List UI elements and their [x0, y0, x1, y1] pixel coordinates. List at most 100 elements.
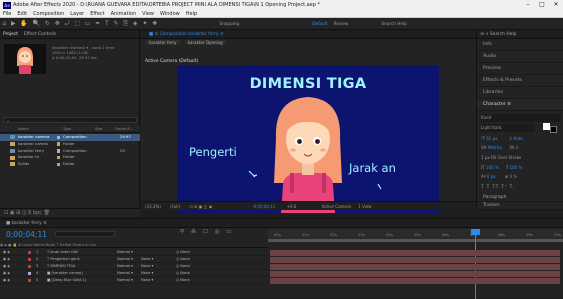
layer-duration-bar[interactable]	[270, 277, 560, 284]
right-panel-header[interactable]: ≫ ⌕ Search Help	[477, 30, 563, 39]
panel-libraries[interactable]: Libraries	[477, 87, 563, 99]
subtab-karakter-opening[interactable]: karakter Opening	[184, 40, 226, 45]
panel-preview[interactable]: Preview	[477, 63, 563, 75]
label-color-swatch[interactable]	[57, 135, 60, 139]
layer-mode-dropdown[interactable]: Normal ▾	[117, 270, 133, 277]
label-color-swatch[interactable]	[57, 162, 60, 167]
project-item[interactable]: karakter cameo Folder	[0, 141, 140, 148]
roto-brush-icon[interactable]: ✦	[142, 18, 147, 30]
col-size[interactable]: Size	[95, 126, 102, 133]
layer-parent-dropdown[interactable]: ◎ None	[176, 263, 190, 270]
pan-behind-icon[interactable]: ✥	[55, 18, 60, 30]
region-toggles-icon[interactable]: ⊡ ⊞ ▣ ◱ ◉	[189, 204, 212, 209]
label-color-swatch[interactable]	[57, 149, 60, 153]
layer-label-color[interactable]	[28, 278, 31, 283]
project-item[interactable]: karakter camera Composition 29.97	[0, 134, 140, 141]
layer-name[interactable]: ■ [karakter cameo]	[47, 270, 83, 277]
tsume-value[interactable]: 0 %	[510, 174, 518, 179]
menu-help[interactable]: Help	[186, 10, 197, 17]
layer-parent-dropdown[interactable]: ◎ None	[176, 270, 190, 277]
font-style-dropdown[interactable]: Light Italic	[481, 124, 535, 132]
search-help-input[interactable]: Search Help	[381, 21, 406, 26]
menu-animation[interactable]: Animation	[111, 10, 137, 17]
zoom-tool-icon[interactable]: 🔍	[33, 18, 40, 30]
tab-effect-controls[interactable]: Effect Controls	[24, 32, 56, 37]
layer-row[interactable]: ◉ ◈ 1 T Jarak antar titik Normal ▾ ◎ None	[0, 249, 268, 256]
layer-trkmat-dropdown[interactable]: None ▾	[141, 270, 153, 277]
menu-window[interactable]: Window	[160, 10, 180, 17]
layer-duration-bar[interactable]	[270, 256, 560, 263]
layer-trkmat-dropdown[interactable]: None ▾	[141, 277, 153, 284]
minimize-button[interactable]: –	[521, 0, 535, 10]
text-style-buttons[interactable]: T T TT Tᵀ T,	[481, 183, 561, 191]
project-item[interactable]: karakter tri Folder	[0, 154, 140, 161]
layer-label-color[interactable]	[28, 250, 31, 255]
layer-mode-dropdown[interactable]: Normal ▾	[117, 263, 133, 270]
label-color-swatch[interactable]	[57, 142, 60, 146]
menu-composition[interactable]: Composition	[33, 10, 64, 17]
layer-duration-bar[interactable]	[270, 263, 560, 270]
clone-stamp-icon[interactable]: ⎘	[123, 18, 128, 30]
timeline-current-time[interactable]: 0;00;04;11	[6, 230, 47, 239]
menu-view[interactable]: View	[142, 10, 154, 17]
layer-duration-bar[interactable]	[270, 249, 560, 256]
layer-name[interactable]: T Jarak antar titik	[47, 249, 78, 256]
layer-parent-dropdown[interactable]: ◎ None	[176, 256, 190, 263]
kerning-value[interactable]: Metrics	[488, 145, 503, 150]
home-icon[interactable]: ⌂	[2, 18, 6, 30]
panel-tracker[interactable]: Tracker	[477, 202, 563, 210]
timeline-tool-icons[interactable]: ⚲ ⁂ ☐ ◎ ▭	[180, 229, 234, 235]
layer-label-color[interactable]	[28, 264, 31, 269]
layer-parent-dropdown[interactable]: ◎ None	[176, 249, 190, 256]
project-item[interactable]: karakter ferry Composition 29	[0, 148, 140, 155]
layer-row[interactable]: ◉ ◈ 5 ■ [Deep Blue Solid 1] Normal ▾ None ▾ ◎…	[0, 277, 268, 284]
col-name[interactable]: Name	[18, 126, 29, 133]
panel-audio[interactable]: Audio	[477, 51, 563, 63]
resolution-dropdown[interactable]: (Full)	[170, 204, 180, 209]
brush-tool-icon[interactable]: ✎	[114, 18, 119, 30]
panel-effects-presets[interactable]: Effects & Presets	[477, 75, 563, 87]
layer-switches[interactable]: ◉ ◈	[3, 263, 10, 270]
tab-project[interactable]: Project	[3, 32, 18, 37]
menu-effect[interactable]: Effect	[90, 10, 104, 17]
layer-trkmat-dropdown[interactable]: None ▾	[141, 263, 153, 270]
panel-character[interactable]: Character ≡	[477, 99, 563, 111]
composition-tab[interactable]: ■ ≡ Composition karakter ferry ≡	[141, 30, 476, 39]
selection-tool-icon[interactable]: ▶	[11, 18, 16, 30]
panel-paragraph[interactable]: Paragraph	[477, 193, 563, 202]
snapping-toggle[interactable]: Snapping	[220, 21, 240, 26]
col-type[interactable]: Type	[63, 126, 71, 133]
project-item[interactable]: Solids Folder	[0, 161, 140, 168]
layer-switches[interactable]: ◉ ◈	[3, 249, 10, 256]
stroke-row[interactable]: 1 px Fill Over Stroke	[481, 154, 561, 162]
close-button[interactable]: ✕	[549, 0, 563, 10]
layer-name[interactable]: T DIMENSI TIGA	[47, 263, 75, 270]
camera-tool-icon[interactable]: ⬚	[74, 18, 80, 30]
leading-value[interactable]: Auto	[513, 136, 522, 141]
workspace-default[interactable]: Default	[312, 21, 327, 26]
subtab-karakter-ferry[interactable]: karakter ferry	[146, 40, 180, 45]
layer-label-color[interactable]	[28, 257, 31, 262]
fill-color-swatch[interactable]	[543, 123, 550, 130]
work-area-bar[interactable]	[268, 239, 563, 242]
layer-mode-dropdown[interactable]: Normal ▾	[117, 249, 133, 256]
layer-switches[interactable]: ◉ ◈	[3, 256, 10, 263]
timeline-tab[interactable]: ■ karakter ferry ≡	[0, 219, 563, 228]
layer-row[interactable]: ◉ ◈ 3 T DIMENSI TIGA Normal ▾ None ▾ ◎ None	[0, 263, 268, 270]
menu-edit[interactable]: Edit	[17, 10, 27, 17]
zoom-dropdown[interactable]: (33.3%)	[145, 204, 161, 209]
comp-current-time[interactable]: 0;00;04;11	[253, 204, 275, 209]
font-family-dropdown[interactable]: Kanit	[481, 114, 561, 122]
panel-info[interactable]: Info	[477, 39, 563, 51]
layer-trkmat-dropdown[interactable]: None ▾	[141, 256, 153, 263]
layer-name[interactable]: ■ [Deep Blue Solid 1]	[47, 277, 86, 284]
layer-name[interactable]: T Pengertian garis	[47, 256, 80, 263]
pen-tool-icon[interactable]: ✒	[95, 18, 100, 30]
hand-tool-icon[interactable]: ✋	[20, 18, 27, 30]
project-search-input[interactable]: ⌕	[3, 117, 137, 123]
timeline-search-input[interactable]	[55, 231, 115, 237]
orbit-tool-icon[interactable]: ↻	[45, 18, 50, 30]
puppet-tool-icon[interactable]: ✚	[152, 18, 157, 30]
layer-duration-bar[interactable]	[270, 270, 560, 277]
rectangle-tool-icon[interactable]: ▭	[85, 18, 91, 30]
